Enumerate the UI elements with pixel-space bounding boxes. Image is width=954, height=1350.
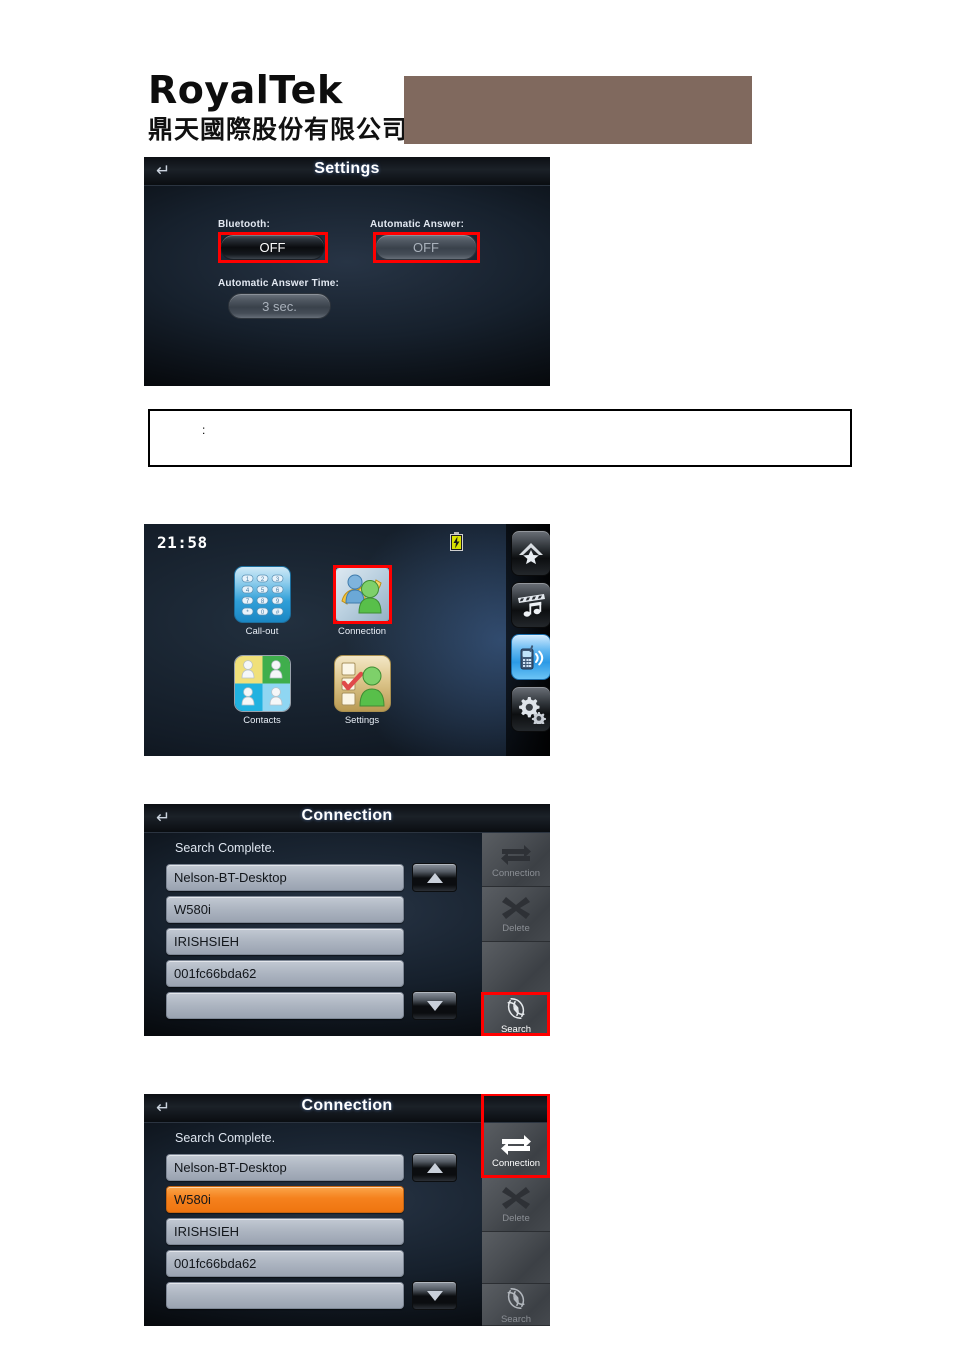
sidebar-connection-label: Connection: [491, 867, 541, 879]
automatic-answer-time-button[interactable]: 3 sec.: [228, 293, 331, 319]
connection-title: Connection: [301, 807, 393, 824]
main-menu-sidebar: [506, 524, 550, 756]
app-label-settings: Settings: [344, 715, 380, 726]
connection-sidebar: Connection Delete Search: [482, 833, 550, 1036]
device-list-item[interactable]: [166, 992, 404, 1019]
x-close-icon: [502, 1187, 530, 1209]
app-icon-connection[interactable]: [334, 566, 391, 623]
scroll-down-button[interactable]: [412, 1281, 457, 1310]
note-text: :: [202, 423, 206, 437]
connection-title-bar: ↵ Connection: [144, 1094, 550, 1123]
sidebar-home-star-icon[interactable]: [511, 530, 550, 576]
x-close-icon: [502, 897, 530, 919]
note-box: :: [148, 409, 852, 467]
connection-title: Connection: [301, 1097, 393, 1114]
scroll-down-icon: [426, 1290, 443, 1301]
app-label-call-out: Call-out: [245, 626, 279, 637]
royaltek-logo: RoyalTek 鼎天國際股份有限公司: [148, 68, 409, 152]
automatic-answer-time-label: Automatic Answer Time:: [218, 278, 340, 289]
device-list-item[interactable]: Nelson-BT-Desktop: [166, 1154, 404, 1181]
connection-selected-screen: ↵ Connection Search Complete. Nelson-BT-…: [144, 1094, 550, 1326]
device-list-item[interactable]: 001fc66bda62: [166, 960, 404, 987]
sidebar-empty-slot: [482, 1232, 550, 1284]
connection-body: Search Complete. Nelson-BT-Desktop W580i…: [144, 1094, 550, 1326]
header-banner-block: [404, 76, 752, 144]
connection-search-screen: ↵ Connection Search Complete. Nelson-BT-…: [144, 804, 550, 1036]
app-label-contacts: Contacts: [243, 715, 281, 726]
radar-search-icon: [507, 998, 525, 1019]
sidebar-phone-signal-icon[interactable]: [511, 634, 550, 680]
radar-search-icon: [507, 1288, 525, 1309]
sidebar-empty-slot: [482, 942, 550, 994]
scroll-up-icon: [426, 1162, 443, 1173]
sidebar-delete-label: Delete: [502, 923, 530, 934]
sidebar-delete-button[interactable]: Delete: [482, 887, 550, 942]
sidebar-search-button[interactable]: Search: [482, 994, 550, 1036]
app-icon-settings[interactable]: [334, 655, 391, 712]
logo-chinese-name: 鼎天國際股份有限公司: [148, 115, 409, 144]
main-menu-screen: 21:58 1 2 3 4 5 6 7 8 9 * 0 # Call-out C…: [144, 524, 550, 756]
settings-title-bar: ↵ Settings: [144, 157, 550, 186]
device-list-item[interactable]: IRISHSIEH: [166, 928, 404, 955]
scroll-down-button[interactable]: [412, 991, 457, 1020]
sidebar-search-button[interactable]: Search: [482, 1284, 550, 1326]
sidebar-gears-settings-icon[interactable]: [511, 686, 550, 732]
scroll-up-button[interactable]: [412, 863, 457, 892]
exchange-arrows-icon: [501, 1134, 531, 1155]
scroll-up-button[interactable]: [412, 1153, 457, 1182]
automatic-answer-toggle-button[interactable]: OFF: [375, 234, 477, 260]
sidebar-media-clapper-music-icon[interactable]: [511, 582, 550, 628]
connection-body: Search Complete. Nelson-BT-Desktop W580i…: [144, 833, 550, 1036]
page-header: RoyalTek 鼎天國際股份有限公司: [148, 68, 760, 152]
settings-title: Settings: [314, 160, 380, 177]
sidebar-connection-label: Connection: [491, 1157, 541, 1169]
battery-charging-icon: [450, 532, 463, 551]
automatic-answer-label: Automatic Answer:: [370, 219, 465, 230]
sidebar-search-label: Search: [500, 1314, 532, 1325]
logo-wordmark: RoyalTek: [148, 68, 343, 112]
connection-title-bar: ↵ Connection: [144, 804, 550, 833]
sidebar-delete-button[interactable]: Delete: [482, 1177, 550, 1232]
clock-display: 21:58: [157, 533, 208, 552]
device-list-item[interactable]: Nelson-BT-Desktop: [166, 864, 404, 891]
sidebar-delete-label: Delete: [502, 1213, 530, 1224]
sidebar-connection-button[interactable]: Connection: [482, 1123, 550, 1177]
device-list-item[interactable]: 001fc66bda62: [166, 1250, 404, 1277]
bluetooth-label: Bluetooth:: [218, 219, 270, 230]
settings-body: Bluetooth: OFF Automatic Answer: OFF Aut…: [144, 186, 550, 386]
device-list-item[interactable]: W580i: [166, 896, 404, 923]
app-label-connection: Connection: [337, 626, 387, 637]
device-list-item-selected[interactable]: W580i: [166, 1186, 404, 1213]
app-icon-contacts[interactable]: [234, 655, 291, 712]
bluetooth-toggle-button[interactable]: OFF: [220, 234, 325, 260]
scroll-up-icon: [426, 872, 443, 883]
scroll-down-icon: [426, 1000, 443, 1011]
sidebar-connection-button[interactable]: Connection: [482, 833, 550, 887]
exchange-arrows-icon: [501, 844, 531, 865]
device-list-item[interactable]: [166, 1282, 404, 1309]
connection-sidebar: Connection Delete Search: [482, 1123, 550, 1326]
device-list-item[interactable]: IRISHSIEH: [166, 1218, 404, 1245]
search-status-text: Search Complete.: [175, 841, 276, 855]
app-icon-call-out[interactable]: 123 456 789 * 0 #: [234, 566, 291, 623]
settings-screen: ↵ Settings Bluetooth: OFF Automatic Answ…: [144, 157, 550, 386]
search-status-text: Search Complete.: [175, 1131, 276, 1145]
sidebar-search-label: Search: [500, 1024, 532, 1035]
